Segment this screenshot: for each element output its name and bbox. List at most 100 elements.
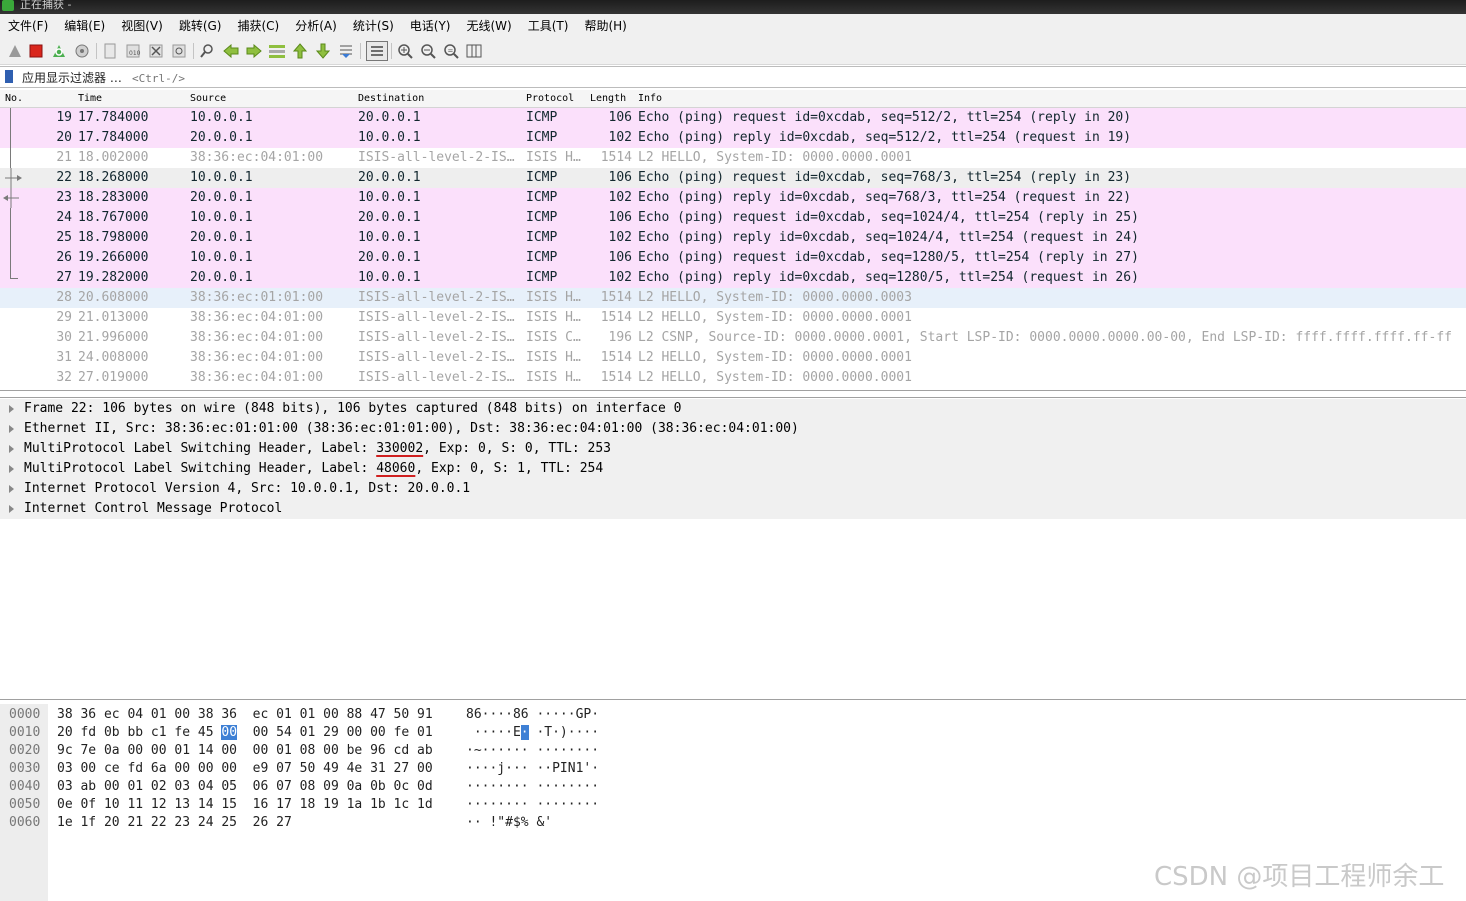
save-file-icon[interactable]: 010 [124, 42, 142, 60]
packet-row[interactable]: 24 18.767000 10.0.0.1 20.0.0.1 ICMP 106 Echo (… [0, 208, 1466, 228]
resize-columns-icon[interactable] [465, 42, 483, 60]
cell-time: 18.268000 [78, 170, 149, 185]
watermark: CSDN @项目工程师余工 [1154, 862, 1445, 892]
menu-wireless[interactable]: 无线(W) [459, 14, 520, 38]
hex-bytes: 06 07 08 09 0a 0b 0c 0d [252, 779, 433, 794]
cell-len: 106 [608, 250, 632, 265]
go-last-icon[interactable] [314, 42, 332, 60]
packet-row[interactable]: 28 20.608000 38:36:ec:01:01:00 ISIS-all-lev… [0, 288, 1466, 308]
cell-no: 26 [56, 250, 72, 265]
packet-row[interactable]: 30 21.996000 38:36:ec:04:01:00 ISIS-all-lev… [0, 328, 1466, 348]
byte-offset: 0000 [9, 707, 41, 722]
detail-ipv4[interactable]: Internet Protocol Version 4, Src: 10.0.0… [0, 479, 1466, 499]
packet-row[interactable]: 20 17.784000 20.0.0.1 10.0.0.1 ICMP 102 Echo (… [0, 128, 1466, 148]
column-header-time[interactable]: Time [78, 90, 102, 107]
detail-frame[interactable]: Frame 22: 106 bytes on wire (848 bits), … [0, 399, 1466, 419]
mpls2-prefix: MultiProtocol Label Switching Header, La… [24, 461, 377, 476]
display-filter-input[interactable] [20, 67, 1466, 89]
column-header-source[interactable]: Source [190, 90, 226, 107]
cell-src: 38:36:ec:04:01:00 [190, 350, 324, 365]
cell-info: Echo (ping) request id=0xcdab, seq=1280/… [638, 250, 1139, 265]
hex-dump: 03 00 ce fd 6a 00 00 00 e9 07 50 49 4e 3… [57, 760, 433, 778]
menu-analyze[interactable]: 分析(A) [287, 14, 345, 38]
cell-dst: ISIS-all-level-2-IS… [358, 370, 515, 385]
packet-row[interactable]: 31 24.008000 38:36:ec:04:01:00 ISIS-all-lev… [0, 348, 1466, 368]
go-forward-icon[interactable] [245, 42, 263, 60]
packet-row[interactable]: 29 21.013000 38:36:ec:04:01:00 ISIS-all-lev… [0, 308, 1466, 328]
hex-dump: 9c 7e 0a 00 00 01 14 00 00 01 08 00 be 9… [57, 742, 433, 760]
cell-info: Echo (ping) reply id=0xcdab, seq=512/2, … [638, 130, 1132, 145]
detail-mpls-header-1[interactable]: MultiProtocol Label Switching Header, La… [0, 439, 1466, 459]
expand-triangle-icon[interactable] [9, 505, 14, 513]
close-file-icon[interactable] [147, 42, 165, 60]
column-header-length[interactable]: Length [590, 90, 626, 107]
go-to-packet-icon[interactable] [268, 42, 286, 60]
cell-no: 28 [56, 290, 72, 305]
menu-telephony[interactable]: 电话(Y) [402, 14, 459, 38]
cell-len: 1514 [600, 310, 632, 325]
column-header-protocol[interactable]: Protocol [526, 90, 574, 107]
packet-row[interactable]: 25 18.798000 20.0.0.1 10.0.0.1 ICMP 102 Echo (… [0, 228, 1466, 248]
cell-src: 20.0.0.1 [190, 230, 253, 245]
expand-triangle-icon[interactable] [9, 425, 14, 433]
cell-proto: ICMP [526, 190, 558, 205]
bookmark-icon[interactable] [5, 70, 13, 83]
reload-file-icon[interactable] [170, 42, 188, 60]
packet-row[interactable]: 19 17.784000 10.0.0.1 20.0.0.1 ICMP 106 Echo (… [0, 108, 1466, 128]
cell-src: 38:36:ec:04:01:00 [190, 330, 324, 345]
detail-ethernet[interactable]: Ethernet II, Src: 38:36:ec:01:01:00 (38:… [0, 419, 1466, 439]
packet-row[interactable]: 22 18.268000 10.0.0.1 20.0.0.1 ICMP 106 Echo (… [0, 168, 1466, 188]
normal-size-icon[interactable]: = [442, 42, 460, 60]
column-header-info[interactable]: Info [638, 90, 662, 107]
start-capture-icon[interactable] [6, 42, 24, 60]
packet-row[interactable]: 26 19.266000 10.0.0.1 20.0.0.1 ICMP 106 Echo (… [0, 248, 1466, 268]
expand-triangle-icon[interactable] [9, 405, 14, 413]
mpls1-prefix: MultiProtocol Label Switching Header, La… [24, 441, 377, 456]
zoom-in-icon[interactable] [396, 42, 414, 60]
menu-edit[interactable]: 编辑(E) [56, 14, 113, 38]
packet-row[interactable]: 27 19.282000 20.0.0.1 10.0.0.1 ICMP 102 Echo (… [0, 268, 1466, 288]
detail-mpls-header-2[interactable]: MultiProtocol Label Switching Header, La… [0, 459, 1466, 479]
menu-go[interactable]: 跳转(G) [171, 14, 230, 38]
expand-triangle-icon[interactable] [9, 485, 14, 493]
column-header-no[interactable]: No. [5, 90, 23, 107]
packet-list-header: No. Time Source Destination Protocol Len… [0, 90, 1466, 108]
column-header-destination[interactable]: Destination [358, 90, 424, 107]
selected-byte[interactable]: 00 [221, 725, 238, 740]
packet-list-pane[interactable]: No. Time Source Destination Protocol Len… [0, 90, 1466, 391]
packet-row[interactable]: 21 18.002000 38:36:ec:04:01:00 ISIS-all-lev… [0, 148, 1466, 168]
capture-options-icon[interactable] [73, 42, 91, 60]
cell-no: 24 [56, 210, 72, 225]
find-packet-icon[interactable] [198, 42, 216, 60]
cell-src: 20.0.0.1 [190, 270, 253, 285]
open-file-icon[interactable] [101, 42, 119, 60]
detail-icmp[interactable]: Internet Control Message Protocol [0, 499, 1466, 519]
cell-no: 19 [56, 110, 72, 125]
cell-dst: ISIS-all-level-2-IS… [358, 290, 515, 305]
expand-triangle-icon[interactable] [9, 465, 14, 473]
window-title: 正在捕获 - [20, 0, 72, 11]
auto-scroll-icon[interactable] [337, 42, 355, 60]
expand-triangle-icon[interactable] [9, 445, 14, 453]
go-back-icon[interactable] [222, 42, 240, 60]
menu-capture[interactable]: 捕获(C) [229, 14, 287, 38]
go-first-icon[interactable] [291, 42, 309, 60]
menu-help[interactable]: 帮助(H) [576, 14, 634, 38]
cell-len: 1514 [600, 370, 632, 385]
packet-row[interactable]: 23 18.283000 20.0.0.1 10.0.0.1 ICMP 102 Echo (… [0, 188, 1466, 208]
stop-capture-icon[interactable] [27, 42, 45, 60]
menu-view[interactable]: 视图(V) [113, 14, 171, 38]
zoom-out-icon[interactable] [419, 42, 437, 60]
selected-ascii[interactable]: · [520, 725, 529, 740]
cell-time: 18.767000 [78, 210, 149, 225]
menu-file[interactable]: 文件(F) [0, 14, 56, 38]
menu-tools[interactable]: 工具(T) [520, 14, 577, 38]
cell-src: 10.0.0.1 [190, 170, 253, 185]
colorize-icon[interactable] [366, 41, 388, 61]
packet-row[interactable]: 32 27.019000 38:36:ec:04:01:00 ISIS-all-lev… [0, 368, 1466, 388]
restart-capture-icon[interactable] [50, 42, 68, 60]
mpls2-label: 48060 [376, 461, 416, 476]
menu-statistics[interactable]: 统计(S) [345, 14, 402, 38]
ascii-dump: ········ ········ [466, 796, 599, 814]
hex-bytes: 00 54 01 29 00 00 fe 01 [252, 725, 433, 740]
